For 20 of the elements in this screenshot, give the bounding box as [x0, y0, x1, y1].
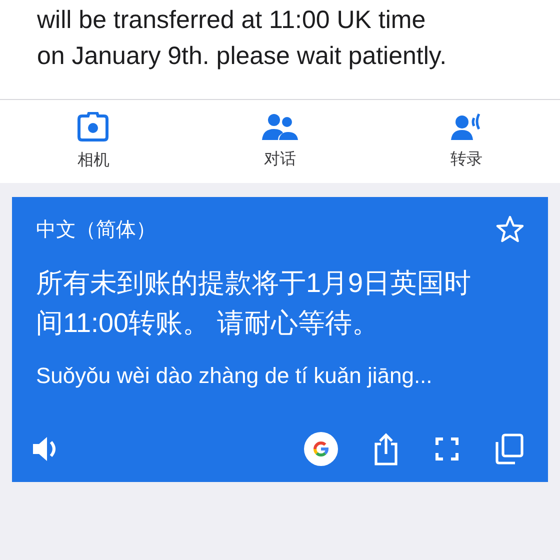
star-button[interactable] — [496, 215, 524, 243]
fullscreen-icon — [434, 436, 460, 462]
translated-text: 所有未到账的提款将于1月9日英国时间11:00转账。 请耐心等待。 — [36, 267, 472, 340]
source-text-line: will be transferred at 11:00 UK time — [37, 5, 427, 36]
source-text-line: on January 9th. please wait patiently. — [37, 41, 448, 72]
share-button[interactable] — [372, 432, 400, 466]
share-icon — [372, 432, 400, 466]
mode-button[interactable]: 对话 — [186, 100, 374, 183]
romanization-text: Suǒyǒu wèi dào zhàng de tí kuǎn jiāng... — [36, 363, 434, 389]
language-label: 中文（简体） — [36, 218, 156, 242]
star-icon — [496, 215, 524, 243]
fullscreen-button[interactable] — [434, 436, 460, 462]
people-icon — [260, 113, 299, 141]
google-button[interactable] — [304, 432, 338, 466]
copy-button[interactable] — [494, 433, 524, 465]
mode-button[interactable]: 相机 — [0, 100, 187, 183]
copy-icon — [494, 433, 524, 465]
mode-button[interactable]: 转录 — [373, 100, 560, 183]
camera-icon — [77, 112, 110, 142]
google-logo-icon — [304, 432, 338, 466]
